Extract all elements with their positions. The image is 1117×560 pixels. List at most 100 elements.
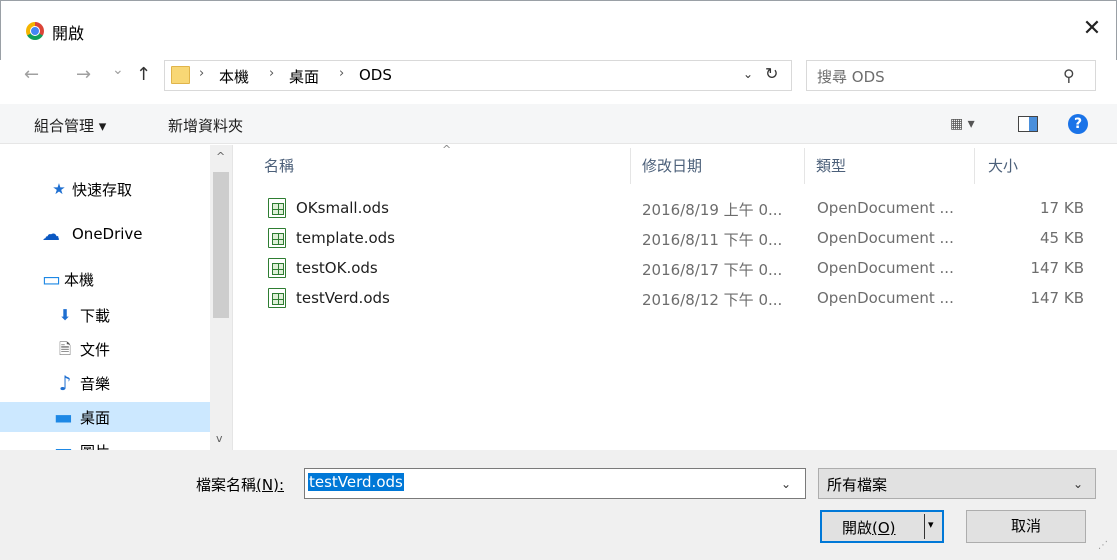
sidebar-item-label: 下載 (80, 307, 111, 325)
address-bar[interactable]: › 本機 › 桌面 › ODS ⌄ ↻ (164, 60, 792, 91)
file-size: 147 KB (1030, 289, 1084, 307)
file-size: 147 KB (1030, 259, 1084, 277)
column-divider[interactable] (974, 148, 975, 184)
star-icon: ★ (52, 180, 66, 198)
sidebar-item-label: 文件 (80, 341, 111, 359)
command-bar: 組合管理 ▾ 新增資料夾 ▦ ▾ ? (0, 104, 1117, 144)
sidebar-item-label: 本機 (64, 271, 95, 289)
sidebar-item-documents[interactable]: 🗎 文件 (0, 334, 210, 364)
pane-divider[interactable] (232, 145, 233, 450)
search-input[interactable]: 搜尋 ODS (817, 66, 885, 87)
file-type: OpenDocument ... (817, 229, 954, 247)
open-button[interactable]: 開啟(O) ▾ (820, 510, 944, 543)
column-header-type[interactable]: 類型 (816, 155, 846, 176)
ods-file-icon (268, 228, 286, 248)
document-icon: 🗎 (58, 340, 72, 358)
ods-file-icon (268, 258, 286, 278)
sidebar-item-label: 桌面 (80, 409, 111, 427)
sidebar-item-downloads[interactable]: ⬇ 下載 (0, 300, 210, 330)
view-options-icon[interactable]: ▦ ▾ (950, 116, 975, 132)
cancel-button[interactable]: 取消 (966, 510, 1086, 543)
music-icon: ♪ (58, 371, 72, 395)
file-type: OpenDocument ... (817, 289, 954, 307)
breadcrumb-separator: › (269, 66, 275, 81)
file-size: 17 KB (1040, 199, 1084, 217)
search-box[interactable]: 搜尋 ODS ⚲ (806, 60, 1096, 91)
title-bar (0, 0, 1117, 60)
refresh-icon[interactable]: ↻ (765, 64, 778, 83)
back-icon[interactable]: ← (24, 64, 39, 85)
sidebar-item-desktop[interactable]: ▬ 桌面 (0, 402, 210, 432)
breadcrumb-separator: › (339, 66, 345, 81)
open-label-text: 開啟 (842, 519, 873, 537)
open-label-shortcut: (O) (872, 519, 896, 537)
file-type: OpenDocument ... (817, 199, 954, 217)
chrome-icon (26, 22, 44, 40)
pictures-icon: ▭ (54, 441, 73, 450)
sidebar-scrollbar-thumb[interactable] (213, 172, 229, 318)
filename-label-text: 檔案名稱 (196, 476, 257, 494)
file-type-dropdown-icon[interactable]: ⌄ (1073, 477, 1083, 491)
desktop-icon: ▬ (54, 405, 73, 429)
sidebar-item-label: 快速存取 (72, 181, 133, 199)
computer-icon: ▭ (42, 267, 61, 291)
open-options-caret-icon[interactable]: ▾ (928, 518, 934, 531)
navigation-pane: ★ 快速存取 ☁ OneDrive ▭ 本機 ⬇ 下載 🗎 文件 ♪ 音樂 ▬ … (0, 145, 232, 450)
sidebar-item-this-pc[interactable]: ▭ 本機 (0, 264, 210, 294)
scroll-up-arrow-icon[interactable]: ^ (216, 150, 225, 163)
scroll-down-arrow-icon[interactable]: v (216, 432, 223, 445)
file-name: template.ods (296, 229, 395, 247)
dialog-footer (0, 450, 1117, 560)
filename-field[interactable]: testVerd.ods ⌄ (304, 468, 806, 499)
close-button[interactable]: ✕ (1078, 16, 1106, 44)
sort-ascending-icon: ^ (442, 143, 452, 156)
file-row[interactable]: template.ods 2016/8/11 下午 0... OpenDocum… (240, 226, 1100, 252)
split-button-divider (924, 514, 925, 539)
column-divider[interactable] (630, 148, 631, 184)
organize-button[interactable]: 組合管理 ▾ (34, 115, 106, 136)
file-row[interactable]: testVerd.ods 2016/8/12 下午 0... OpenDocum… (240, 286, 1100, 312)
ods-file-icon (268, 288, 286, 308)
file-modified: 2016/8/11 下午 0... (642, 231, 783, 249)
new-folder-button[interactable]: 新增資料夾 (168, 115, 243, 136)
breadcrumb-ods[interactable]: ODS (359, 66, 392, 84)
file-name: testVerd.ods (296, 289, 390, 307)
column-header-size[interactable]: 大小 (988, 155, 1018, 176)
search-icon[interactable]: ⚲ (1063, 66, 1075, 85)
filename-label-shortcut: (N): (256, 476, 284, 494)
breadcrumb-separator: › (199, 66, 205, 81)
filename-label: 檔案名稱(N): (196, 474, 284, 495)
help-icon[interactable]: ? (1068, 114, 1088, 134)
address-dropdown-icon[interactable]: ⌄ (743, 67, 753, 81)
filename-dropdown-icon[interactable]: ⌄ (781, 477, 791, 491)
file-row[interactable]: OKsmall.ods 2016/8/19 上午 0... OpenDocume… (240, 196, 1100, 222)
column-header-modified[interactable]: 修改日期 (642, 155, 702, 176)
sidebar-item-music[interactable]: ♪ 音樂 (0, 368, 210, 398)
file-type-select[interactable]: 所有檔案 ⌄ (818, 468, 1096, 499)
download-icon: ⬇ (58, 306, 72, 324)
forward-icon[interactable]: → (76, 64, 91, 85)
breadcrumb-computer[interactable]: 本機 (219, 66, 249, 87)
resize-grip-icon[interactable]: ⋰ (1098, 540, 1108, 551)
preview-pane-icon[interactable] (1018, 116, 1038, 132)
filename-value[interactable]: testVerd.ods (308, 473, 404, 491)
sidebar-item-label: OneDrive (72, 225, 143, 243)
file-type: OpenDocument ... (817, 259, 954, 277)
cloud-icon: ☁ (42, 224, 60, 245)
up-icon[interactable]: ↑ (136, 64, 151, 85)
breadcrumb-desktop[interactable]: 桌面 (289, 66, 319, 87)
folder-icon (171, 66, 190, 84)
sidebar-item-onedrive[interactable]: ☁ OneDrive (0, 220, 210, 250)
sidebar-item-quick-access[interactable]: ★ 快速存取 (0, 174, 210, 204)
open-button-label: 開啟(O) (842, 517, 896, 538)
sidebar-item-pictures[interactable]: ▭ 圖片 (0, 436, 210, 450)
recent-locations-icon[interactable]: ⌄ (112, 62, 124, 78)
file-size: 45 KB (1040, 229, 1084, 247)
file-type-value: 所有檔案 (827, 476, 888, 494)
window-title: 開啟 (52, 24, 85, 43)
file-name: OKsmall.ods (296, 199, 389, 217)
column-header-name[interactable]: 名稱 (264, 155, 294, 176)
sidebar-item-label: 圖片 (80, 441, 110, 450)
column-divider[interactable] (804, 148, 805, 184)
file-row[interactable]: testOK.ods 2016/8/17 下午 0... OpenDocumen… (240, 256, 1100, 282)
